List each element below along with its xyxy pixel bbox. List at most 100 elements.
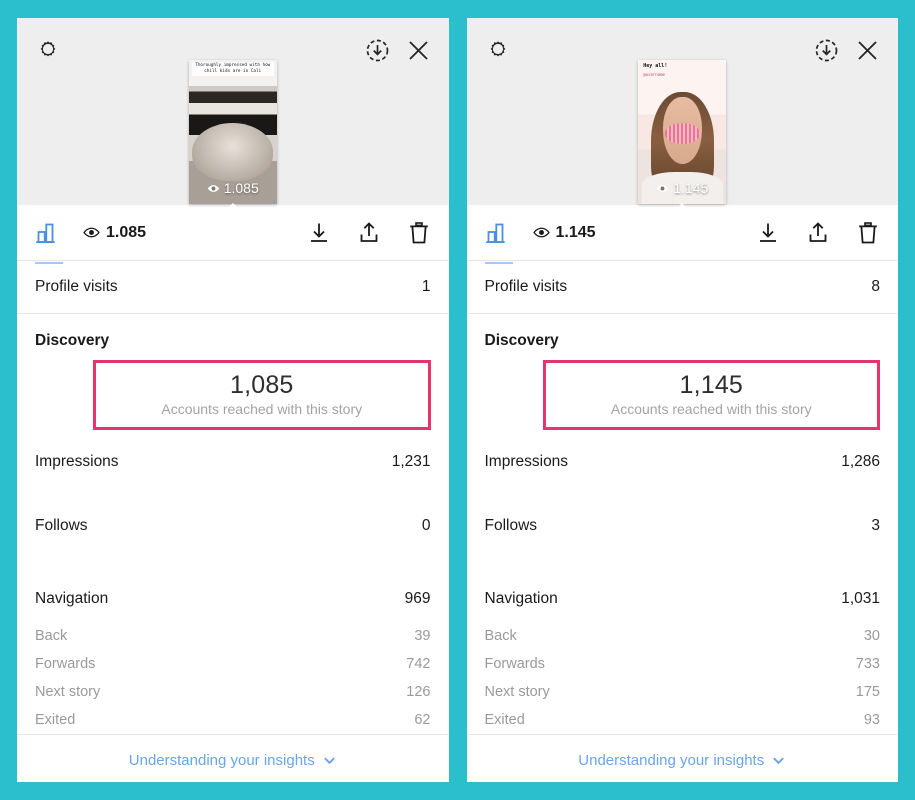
tab-insights-left[interactable] bbox=[35, 220, 63, 264]
navigation-label-left: Navigation bbox=[35, 590, 109, 607]
accounts-reached-value-left: 1,085 bbox=[229, 371, 294, 399]
story-thumbnail-left[interactable]: Thoroughly impressed with how chill kids… bbox=[188, 60, 277, 216]
views-count-group-right: 1.145 bbox=[532, 223, 596, 242]
profile-visits-label-left: Profile visits bbox=[35, 278, 118, 295]
insights-body-left: Profile visits 1 Discovery 1,085 Account… bbox=[17, 261, 449, 782]
nav-back-label-left: Back bbox=[35, 628, 68, 644]
navigation-value-left: 969 bbox=[404, 590, 431, 607]
nav-forwards-label-right: Forwards bbox=[484, 656, 545, 672]
download-circle-icon[interactable] bbox=[814, 38, 839, 63]
nav-next-story-value-right: 175 bbox=[855, 684, 880, 700]
eye-icon bbox=[532, 227, 550, 238]
profile-visits-label-right: Profile visits bbox=[484, 278, 568, 295]
nav-exited-label-left: Exited bbox=[35, 712, 76, 728]
understanding-insights-label-left: Understanding your insights bbox=[128, 752, 315, 769]
profile-visits-value-right: 8 bbox=[871, 278, 880, 295]
nav-exited-value-right: 93 bbox=[863, 712, 880, 728]
tab-active-indicator-left bbox=[35, 261, 63, 264]
trash-icon[interactable] bbox=[407, 221, 431, 245]
nav-next-story-value-left: 126 bbox=[406, 684, 431, 700]
follows-label-right: Follows bbox=[484, 517, 538, 534]
tab-insights-right[interactable] bbox=[484, 220, 513, 264]
row-navigation-next-story-right: Next story 175 bbox=[467, 678, 899, 706]
gear-icon[interactable] bbox=[485, 37, 511, 63]
row-follows-right: Follows 3 bbox=[467, 494, 899, 558]
discovery-section-right: Discovery bbox=[467, 314, 899, 350]
tab-active-indicator-right bbox=[484, 261, 513, 264]
nav-forwards-value-right: 733 bbox=[855, 656, 880, 672]
navigation-label-right: Navigation bbox=[484, 590, 558, 607]
understanding-insights-link-left[interactable]: Understanding your insights bbox=[17, 734, 449, 782]
eye-icon bbox=[657, 184, 669, 192]
row-follows-left: Follows 0 bbox=[17, 494, 449, 558]
row-navigation-exited-left: Exited 62 bbox=[17, 706, 449, 734]
download-icon[interactable] bbox=[756, 221, 780, 245]
insights-actionbar-right: 1.145 bbox=[466, 205, 898, 264]
row-navigation-forwards-right: Forwards 733 bbox=[467, 650, 899, 678]
trash-icon[interactable] bbox=[856, 221, 880, 245]
nav-forwards-value-left: 742 bbox=[406, 656, 431, 672]
row-navigation-back-right: Back 30 bbox=[467, 622, 899, 650]
thumbnail-views-value-left: 1.085 bbox=[223, 180, 259, 196]
follows-label-left: Follows bbox=[35, 517, 88, 534]
row-navigation-left: Navigation 969 bbox=[17, 576, 449, 622]
follows-value-left: 0 bbox=[421, 517, 431, 534]
chevron-down-icon bbox=[323, 757, 335, 765]
discovery-title-left: Discovery bbox=[35, 332, 110, 349]
nav-next-story-label-left: Next story bbox=[35, 684, 101, 700]
understanding-insights-label-right: Understanding your insights bbox=[578, 752, 765, 769]
impressions-label-right: Impressions bbox=[484, 453, 569, 470]
accounts-reached-label-left: Accounts reached with this story bbox=[161, 401, 363, 417]
thumbnail-views-left: 1.085 bbox=[189, 180, 277, 196]
story-thumbnail-right[interactable]: Hey all! @username 1.145 bbox=[638, 60, 727, 216]
accounts-reached-label-right: Accounts reached with this story bbox=[610, 401, 812, 417]
understanding-insights-link-right[interactable]: Understanding your insights bbox=[466, 734, 898, 782]
row-profile-visits-right: Profile visits 8 bbox=[466, 261, 898, 314]
views-count-value-right: 1.145 bbox=[555, 223, 596, 241]
story-actions-right bbox=[756, 221, 880, 245]
impressions-value-left: 1,231 bbox=[391, 453, 431, 470]
row-navigation-right: Navigation 1,031 bbox=[467, 576, 899, 622]
row-impressions-left: Impressions 1,231 bbox=[17, 430, 449, 494]
screenshot-root: Thoroughly impressed with how chill kids… bbox=[0, 0, 915, 800]
eye-icon bbox=[207, 184, 219, 192]
story-preview-right: Hey all! @username 1.145 bbox=[466, 18, 898, 216]
thumbnail-caption-right: Hey all! bbox=[643, 63, 668, 69]
accounts-reached-highlight-right: 1,145 Accounts reached with this story bbox=[542, 360, 880, 430]
row-profile-visits-left: Profile visits 1 bbox=[17, 261, 449, 314]
thumbnail-image-right: Hey all! @username 1.145 bbox=[638, 60, 727, 204]
discovery-section-left: Discovery bbox=[17, 314, 449, 350]
eye-icon bbox=[83, 227, 100, 238]
gear-icon[interactable] bbox=[35, 37, 61, 63]
thumbnail-views-value-right: 1.145 bbox=[673, 180, 709, 196]
thumbnail-views-right: 1.145 bbox=[638, 180, 726, 196]
insights-body-right: Profile visits 8 Discovery 1,145 Account… bbox=[466, 261, 899, 782]
close-icon[interactable] bbox=[406, 38, 431, 63]
accounts-reached-highlight-left: 1,085 Accounts reached with this story bbox=[93, 360, 431, 430]
thumbnail-caption-left: Thoroughly impressed with how chill kids… bbox=[191, 62, 274, 77]
nav-back-value-right: 30 bbox=[863, 628, 880, 644]
nav-back-label-right: Back bbox=[484, 628, 517, 644]
story-insights-panel-left: Thoroughly impressed with how chill kids… bbox=[17, 18, 449, 782]
profile-visits-value-left: 1 bbox=[421, 278, 431, 295]
chevron-down-icon bbox=[773, 757, 785, 765]
discovery-title-right: Discovery bbox=[484, 332, 559, 349]
share-icon[interactable] bbox=[357, 221, 381, 245]
row-navigation-back-left: Back 39 bbox=[17, 622, 449, 650]
row-navigation-next-story-left: Next story 126 bbox=[17, 678, 449, 706]
row-navigation-forwards-left: Forwards 742 bbox=[17, 650, 449, 678]
download-icon[interactable] bbox=[307, 221, 331, 245]
story-insights-panel-right: Hey all! @username 1.145 1.145 Profile v… bbox=[466, 18, 899, 782]
story-preview-left: Thoroughly impressed with how chill kids… bbox=[17, 18, 449, 216]
thumbnail-image-left: Thoroughly impressed with how chill kids… bbox=[188, 60, 277, 204]
share-icon[interactable] bbox=[806, 221, 830, 245]
row-impressions-right: Impressions 1,286 bbox=[467, 430, 899, 494]
story-actions-left bbox=[307, 221, 431, 245]
portrait-filter-mask bbox=[664, 123, 700, 144]
views-count-value-left: 1.085 bbox=[106, 223, 147, 241]
download-circle-icon[interactable] bbox=[365, 38, 390, 63]
nav-exited-label-right: Exited bbox=[484, 712, 525, 728]
impressions-label-left: Impressions bbox=[35, 453, 119, 470]
close-icon[interactable] bbox=[855, 38, 880, 63]
navigation-value-right: 1,031 bbox=[841, 590, 880, 607]
